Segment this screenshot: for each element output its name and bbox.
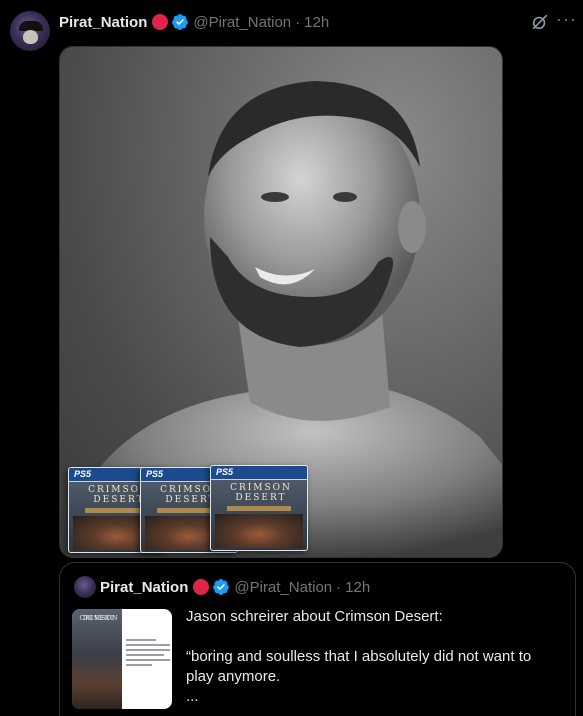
red-circle-badge-icon (152, 14, 169, 30)
article-screenshot-lines (126, 639, 170, 669)
avatar-face-shape (23, 30, 38, 44)
tweet-media-image[interactable]: PS5 CRIMSON DESERT PS5 CRIMSON DESERT PS… (59, 46, 503, 558)
quoted-author-handle[interactable]: @Pirat_Nation (234, 579, 332, 596)
separator-dot: · (336, 578, 342, 596)
separator-dot: · (295, 13, 301, 31)
author-handle[interactable]: @Pirat_Nation (193, 14, 291, 31)
game-box-title: CRIMSON DESERT (230, 483, 292, 503)
tweet-header: Pirat_Nation @Pirat_Nation · 12h (59, 12, 329, 32)
quoted-author-avatar[interactable] (74, 576, 96, 598)
ps5-label: PS5 (216, 467, 234, 477)
author-name[interactable]: Pirat_Nation (59, 14, 147, 31)
game-box-edition-bar (227, 506, 291, 511)
quoted-timestamp[interactable]: 12h (345, 579, 370, 596)
verified-badge-icon (172, 14, 189, 30)
quoted-text-line: play anymore. (186, 668, 281, 685)
quoted-text-line: Jason schreirer about Crimson Desert: (186, 608, 443, 625)
ps5-label: PS5 (74, 469, 92, 479)
crimson-desert-cover-image: CRIMSON DESERT (72, 609, 122, 709)
quoted-tweet-thumbnail[interactable]: CRIMSON DESERT (72, 609, 172, 709)
game-box-3: PS5 CRIMSON DESERT (210, 465, 308, 551)
ps5-label: PS5 (146, 469, 164, 479)
red-circle-badge-icon (193, 579, 210, 595)
game-box-artwork (215, 514, 303, 548)
quoted-text-line: ... (186, 688, 199, 705)
quoted-tweet-card[interactable]: Pirat_Nation @Pirat_Nation · 12h CRIMSON… (59, 562, 576, 716)
quoted-author-name[interactable]: Pirat_Nation (100, 579, 188, 596)
quoted-tweet-text: Jason schreirer about Crimson Desert: “b… (186, 607, 566, 707)
more-options-icon[interactable]: ··· (556, 9, 577, 30)
quoted-text-line: “boring and soulless that I absolutely d… (186, 648, 532, 665)
verified-badge-icon (213, 579, 230, 595)
quoted-tweet-header: Pirat_Nation @Pirat_Nation · 12h (100, 578, 370, 596)
grok-icon[interactable] (531, 13, 549, 31)
author-avatar[interactable] (10, 11, 50, 51)
tweet-timestamp[interactable]: 12h (304, 14, 329, 31)
